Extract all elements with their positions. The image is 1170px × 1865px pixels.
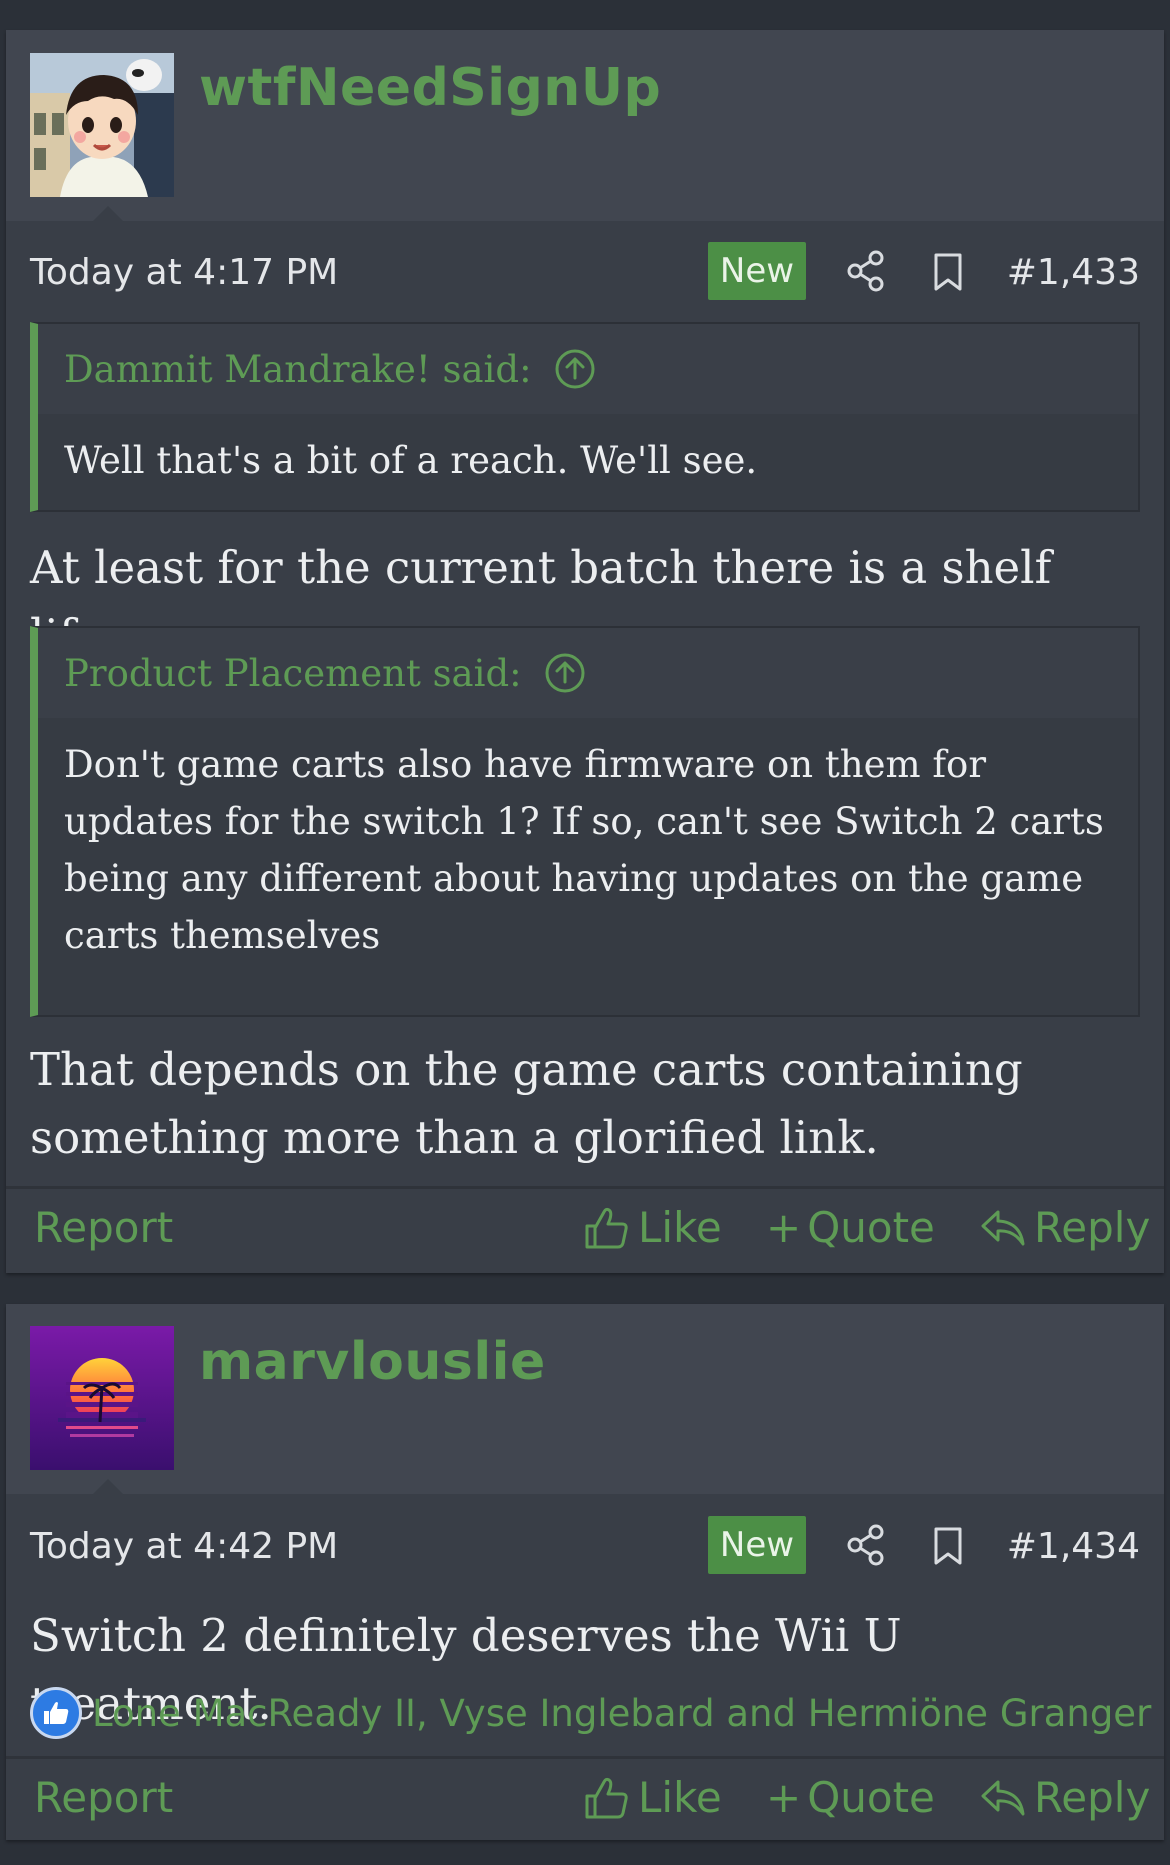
report-label: Report	[34, 1773, 174, 1822]
plus-icon: +	[766, 1773, 802, 1822]
post-number[interactable]: #1,433	[1007, 252, 1140, 293]
bookmark-icon[interactable]	[932, 1526, 964, 1566]
quote-block: Product Placement said: Don't game carts…	[30, 626, 1140, 1017]
quote-label: Quote	[807, 1203, 935, 1252]
quote-block: Dammit Mandrake! said: Well that's a bit…	[30, 322, 1140, 512]
reply-button[interactable]: Reply	[980, 1773, 1150, 1822]
report-button[interactable]: Report	[34, 1773, 173, 1822]
arrow-up-circle-icon[interactable]	[544, 652, 586, 694]
quote-button[interactable]: + Quote	[766, 1203, 935, 1252]
quote-label: Quote	[807, 1773, 935, 1822]
arrow-up-circle-icon[interactable]	[554, 348, 596, 390]
reply-label: Reply	[1034, 1203, 1151, 1252]
user-avatar[interactable]	[30, 1326, 174, 1470]
thumbs-up-icon	[585, 1777, 628, 1818]
anime-boy-avatar-icon	[30, 53, 174, 197]
plus-icon: +	[766, 1203, 802, 1252]
reply-label: Reply	[1034, 1773, 1151, 1822]
reply-button[interactable]: Reply	[980, 1203, 1150, 1252]
post-actions: Report Like + Quote Reply	[6, 1756, 1164, 1843]
quote-author[interactable]: Product Placement said:	[64, 652, 522, 695]
post-date[interactable]: Today at 4:17 PM	[30, 252, 338, 293]
share-icon[interactable]	[846, 1524, 886, 1566]
post-date[interactable]: Today at 4:42 PM	[30, 1526, 338, 1567]
post-1434: marvlouslie Today at 4:42 PM New #1,434 …	[6, 1304, 1164, 1840]
reaction-users[interactable]: Lone MacReady II, Vyse Inglebard and Her…	[92, 1692, 1151, 1735]
post-actions: Report Like + Quote Reply	[6, 1186, 1164, 1273]
quote-text: Well that's a bit of a reach. We'll see.	[64, 439, 758, 482]
reply-arrow-icon	[981, 1210, 1025, 1245]
like-label: Like	[638, 1203, 722, 1252]
quote-header: Product Placement said:	[38, 628, 1138, 718]
header-pointer	[92, 1479, 124, 1495]
like-reaction-icon	[30, 1687, 82, 1739]
username[interactable]: marvlouslie	[199, 1332, 546, 1392]
like-label: Like	[638, 1773, 722, 1822]
thumbs-up-icon	[44, 1702, 69, 1724]
report-button[interactable]: Report	[34, 1203, 173, 1252]
post-number[interactable]: #1,434	[1007, 1526, 1140, 1567]
user-avatar[interactable]	[30, 53, 174, 197]
reply-arrow-icon	[981, 1780, 1025, 1815]
username[interactable]: wtfNeedSignUp	[199, 58, 661, 118]
like-button[interactable]: Like	[584, 1203, 722, 1252]
report-label: Report	[34, 1203, 174, 1252]
header-pointer	[92, 206, 124, 222]
quote-text: Don't game carts also have firmware on t…	[64, 743, 1104, 957]
thumbs-up-icon	[585, 1207, 628, 1248]
like-button[interactable]: Like	[584, 1773, 722, 1822]
bookmark-icon[interactable]	[932, 252, 964, 292]
new-badge: New	[708, 242, 806, 300]
post-text: That depends on the game carts containin…	[30, 1043, 1023, 1164]
share-icon[interactable]	[846, 250, 886, 292]
synthwave-sunset-avatar-icon	[30, 1326, 174, 1470]
quote-button[interactable]: + Quote	[766, 1773, 935, 1822]
post-meta: Today at 4:42 PM New #1,434	[6, 1516, 1164, 1576]
user-header: marvlouslie	[6, 1304, 1164, 1495]
post-1433: wtfNeedSignUp Today at 4:17 PM New #1,43…	[6, 30, 1164, 1273]
quote-author[interactable]: Dammit Mandrake! said:	[64, 348, 532, 391]
post-meta: Today at 4:17 PM New #1,433	[6, 242, 1164, 302]
quote-header: Dammit Mandrake! said:	[38, 324, 1138, 414]
new-badge: New	[708, 1516, 806, 1574]
reaction-summary[interactable]: Lone MacReady II, Vyse Inglebard and Her…	[30, 1686, 1151, 1740]
user-header: wtfNeedSignUp	[6, 30, 1164, 222]
